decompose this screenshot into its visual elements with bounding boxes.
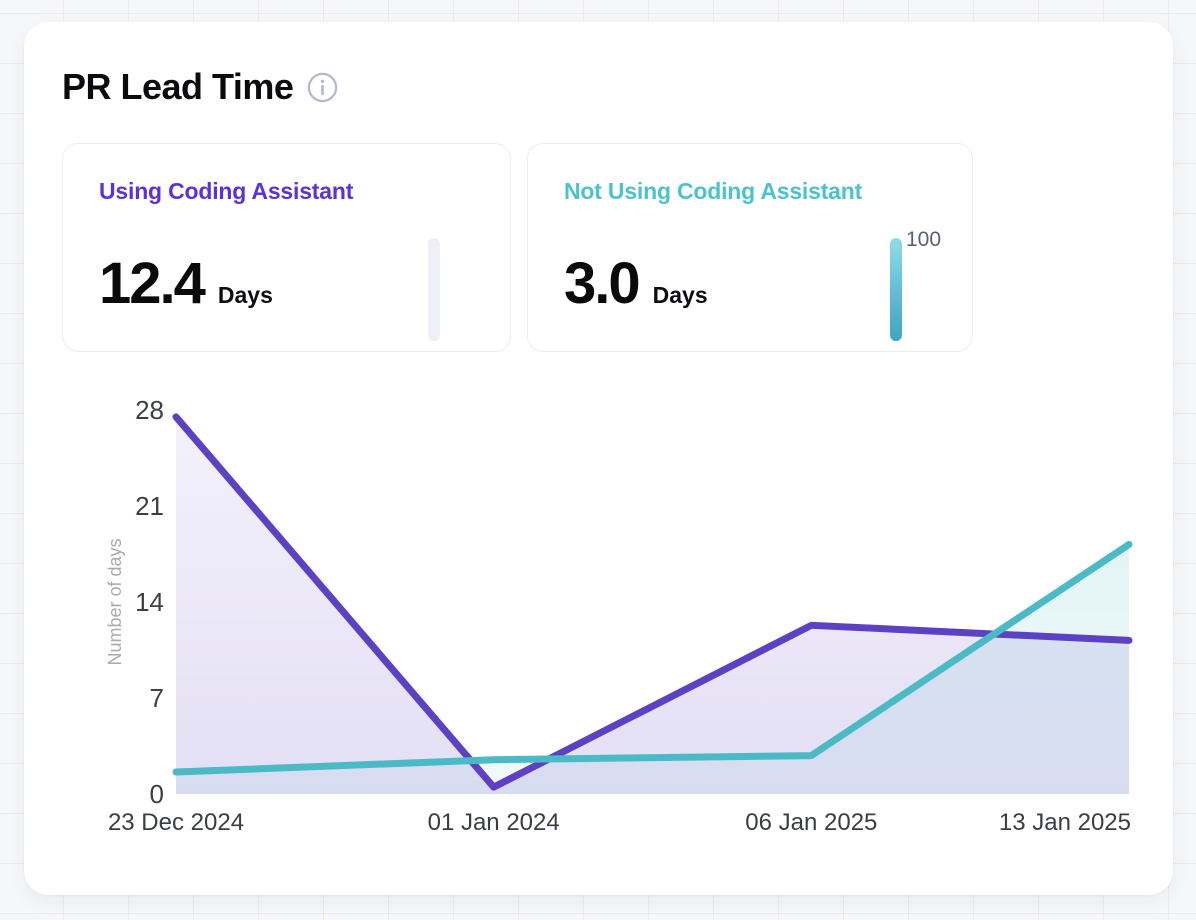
stat-unit-days: Days: [653, 282, 708, 309]
stat-card-using-assistant: Using Coding Assistant 12.4 Days: [62, 143, 511, 352]
chart-line-series-1: [176, 544, 1129, 772]
dashboard-background: { "header": { "title": "PR Lead Time" },…: [0, 0, 1196, 920]
stat-value-using-assistant: 12.4: [99, 255, 204, 313]
y-tick-label: 21: [135, 491, 164, 521]
gauge-bar-filled: [890, 238, 902, 341]
stat-label-using-assistant: Using Coding Assistant: [99, 178, 474, 205]
info-icon[interactable]: [307, 72, 338, 103]
chart-line-series-0: [176, 417, 1129, 787]
y-axis-title: Number of days: [105, 538, 125, 665]
x-axis-label: 13 Jan 2025: [999, 809, 1131, 836]
y-tick-label: 28: [135, 395, 164, 425]
pr-lead-time-card: PR Lead Time Using Coding Assistant 12.4…: [24, 22, 1173, 895]
y-tick-label: 0: [150, 779, 164, 809]
stat-label-not-using-assistant: Not Using Coding Assistant: [564, 178, 936, 205]
stat-value-not-using-assistant: 3.0: [564, 255, 639, 313]
chart-area-series-1: [176, 544, 1129, 794]
page-title: PR Lead Time: [62, 66, 293, 108]
stat-card-not-using-assistant: Not Using Coding Assistant 3.0 Days 100: [527, 143, 973, 352]
stat-unit-days: Days: [218, 282, 273, 309]
stats-row: Using Coding Assistant 12.4 Days Not Usi…: [62, 143, 973, 352]
gauge-track-empty: [428, 238, 440, 341]
y-tick-label: 7: [150, 683, 164, 713]
x-axis-label: 06 Jan 2025: [745, 809, 877, 836]
chart-area-series-0: [176, 417, 1129, 794]
lead-time-chart[interactable]: 0 7 14 21 28 Number of days 23 Dec 2024 01 Jan …: [24, 380, 1173, 895]
gauge-value-label: 100: [906, 228, 950, 252]
y-tick-label: 14: [135, 587, 164, 617]
card-header: PR Lead Time: [62, 66, 338, 108]
x-axis-label: 23 Dec 2024: [108, 809, 244, 836]
x-axis-label: 01 Jan 2024: [428, 809, 560, 836]
